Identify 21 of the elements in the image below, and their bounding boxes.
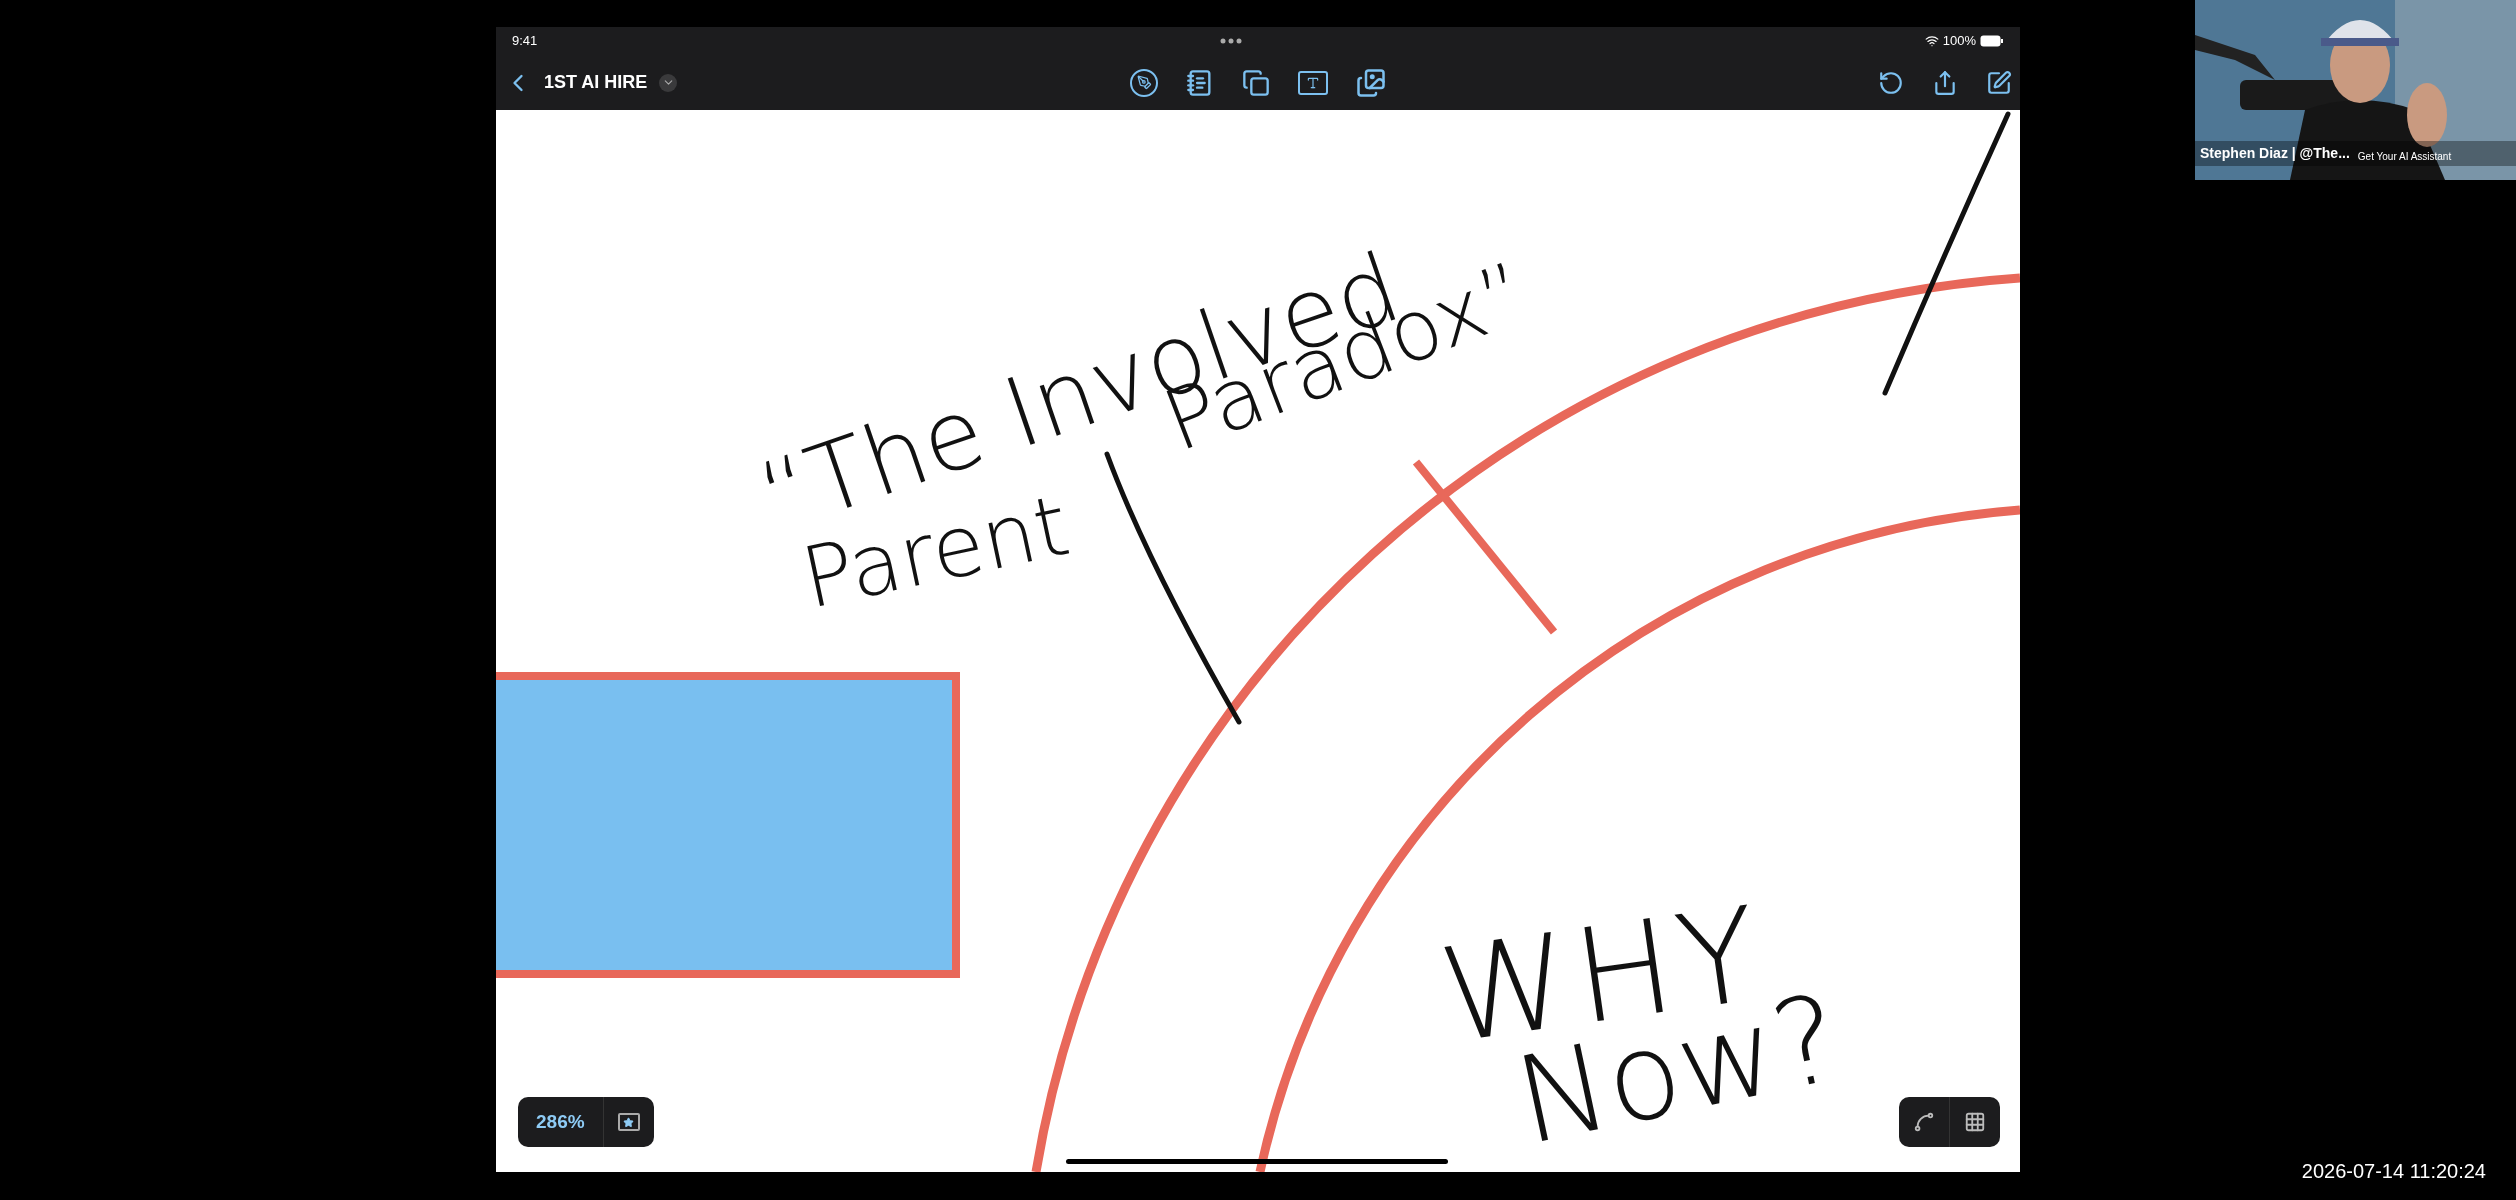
board-title: 1ST AI HIRE (544, 71, 648, 94)
battery-icon (1980, 35, 2004, 47)
media-icon[interactable] (1356, 67, 1386, 98)
share-icon[interactable] (1932, 69, 1958, 96)
participant-name: Stephen Diaz | @The... (2200, 144, 2350, 163)
text-box-icon[interactable] (1298, 70, 1328, 95)
title-menu-button[interactable] (659, 73, 678, 92)
more-dots-icon (1220, 38, 1243, 44)
shapes-icon[interactable] (1242, 68, 1270, 97)
star-icon (623, 1116, 635, 1128)
grid-icon (1964, 1111, 1986, 1133)
wifi-icon (1924, 34, 1939, 48)
compose-icon[interactable] (1986, 69, 2012, 96)
battery-percent: 100% (1942, 32, 1976, 51)
note-icon[interactable] (1186, 68, 1214, 97)
undo-icon[interactable] (1878, 69, 1904, 96)
caption-text: Get Your AI Assistant (2357, 150, 2452, 164)
status-time: 9:41 (512, 32, 538, 51)
connector-icon (1913, 1111, 1935, 1133)
timestamp: 2026-07-14 11:20:24 (2301, 1159, 2486, 1184)
pen-icon[interactable] (1130, 68, 1158, 97)
